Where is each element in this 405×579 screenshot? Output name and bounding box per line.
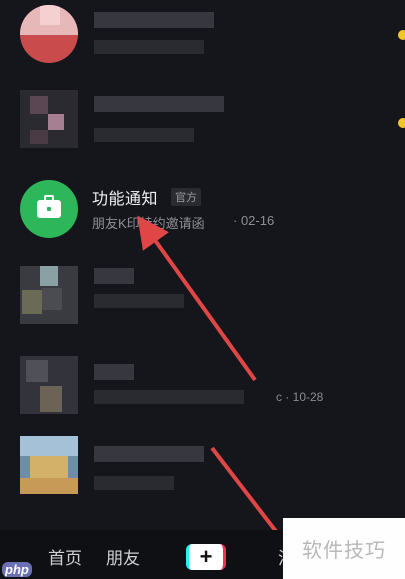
briefcase-icon — [37, 195, 61, 218]
list-item[interactable] — [0, 80, 405, 170]
item-time: c · 10-28 — [276, 390, 324, 404]
avatar — [20, 5, 78, 63]
blurred-preview — [94, 294, 184, 308]
watermark: 软件技巧 — [283, 518, 405, 579]
notice-title: 功能通知 — [92, 191, 159, 208]
avatar — [20, 90, 78, 148]
blurred-name — [94, 96, 224, 112]
unread-dot — [398, 118, 405, 128]
list-item[interactable] — [0, 432, 405, 530]
blurred-name — [94, 364, 134, 380]
create-button[interactable]: + — [186, 544, 226, 570]
notice-avatar — [20, 180, 78, 238]
notice-time: · 02-16 — [233, 213, 275, 228]
notice-preview: 朋友K印特约邀请函 — [92, 216, 205, 231]
conversation-list: 功能通知 官方 朋友K印特约邀请函 · 02-16 c · 10-28 — [0, 0, 405, 530]
list-item[interactable]: c · 10-28 — [0, 348, 405, 432]
list-item[interactable] — [0, 262, 405, 348]
blurred-name — [94, 268, 134, 284]
avatar — [20, 356, 78, 414]
blurred-name — [94, 446, 204, 462]
unread-dot — [398, 30, 405, 40]
blurred-name — [94, 12, 214, 28]
blurred-preview — [94, 476, 174, 490]
list-item[interactable] — [0, 0, 405, 80]
avatar — [20, 266, 78, 324]
php-logo: php — [2, 562, 32, 577]
tab-home[interactable]: 首页 — [48, 544, 82, 569]
avatar — [20, 436, 78, 494]
blurred-preview — [94, 390, 244, 404]
blurred-preview — [94, 40, 204, 54]
tab-friends[interactable]: 朋友 — [106, 544, 140, 569]
official-badge: 官方 — [171, 188, 201, 206]
blurred-preview — [94, 128, 194, 142]
